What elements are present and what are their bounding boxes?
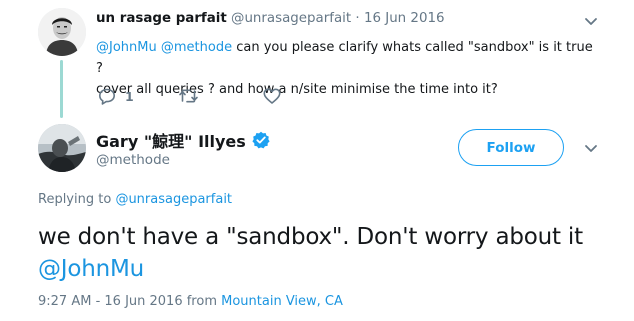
mention-link[interactable]: @JohnMu (96, 40, 157, 55)
main-author-handle[interactable]: @methode (96, 152, 170, 168)
tweet-text-content: we don't have a "sandbox". Don't worry a… (38, 224, 583, 250)
parent-tweet-header: un rasage parfait @unrasageparfait · 16 … (96, 11, 445, 26)
timestamp-text[interactable]: 9:27 AM - 16 Jun 2016 from (38, 294, 217, 309)
replying-handle-link[interactable]: @unrasageparfait (115, 192, 232, 207)
mention-link[interactable]: @JohnMu (38, 256, 144, 282)
replying-to: Replying to @unrasageparfait (38, 192, 232, 207)
verified-icon (252, 131, 270, 149)
location-link[interactable]: Mountain View, CA (221, 294, 343, 309)
parent-tweet-actions: 1 (98, 86, 281, 106)
parent-author-handle[interactable]: @unrasageparfait (231, 11, 351, 26)
header-separator: · (355, 11, 360, 26)
thread-connector (60, 60, 63, 118)
like-button[interactable] (263, 88, 281, 104)
follow-button[interactable]: Follow (458, 129, 564, 166)
tweet-timestamp: 9:27 AM - 16 Jun 2016 from Mountain View… (38, 294, 343, 309)
replying-prefix: Replying to (38, 192, 112, 207)
chevron-down-icon[interactable] (584, 144, 598, 154)
author-name-text: Gary "鯨理" Illyes (96, 132, 246, 151)
parent-tweet-date[interactable]: 16 Jun 2016 (364, 11, 445, 26)
reply-button[interactable]: 1 (98, 88, 178, 105)
mention-link[interactable]: @methode (161, 40, 232, 55)
retweet-icon (179, 89, 198, 103)
parent-avatar[interactable] (38, 8, 86, 56)
retweet-button[interactable] (178, 88, 263, 104)
reply-count: 1 (125, 88, 134, 104)
parent-author-name[interactable]: un rasage parfait (96, 11, 227, 26)
main-tweet-text: we don't have a "sandbox". Don't worry a… (38, 221, 628, 285)
main-avatar[interactable] (38, 124, 86, 172)
chevron-down-icon[interactable] (584, 17, 598, 27)
like-icon (263, 88, 281, 104)
main-author-name[interactable]: Gary "鯨理" Illyes (96, 128, 270, 152)
reply-icon (99, 88, 115, 105)
parent-text-line-1: @JohnMu @methode can you please clarify … (96, 37, 596, 79)
